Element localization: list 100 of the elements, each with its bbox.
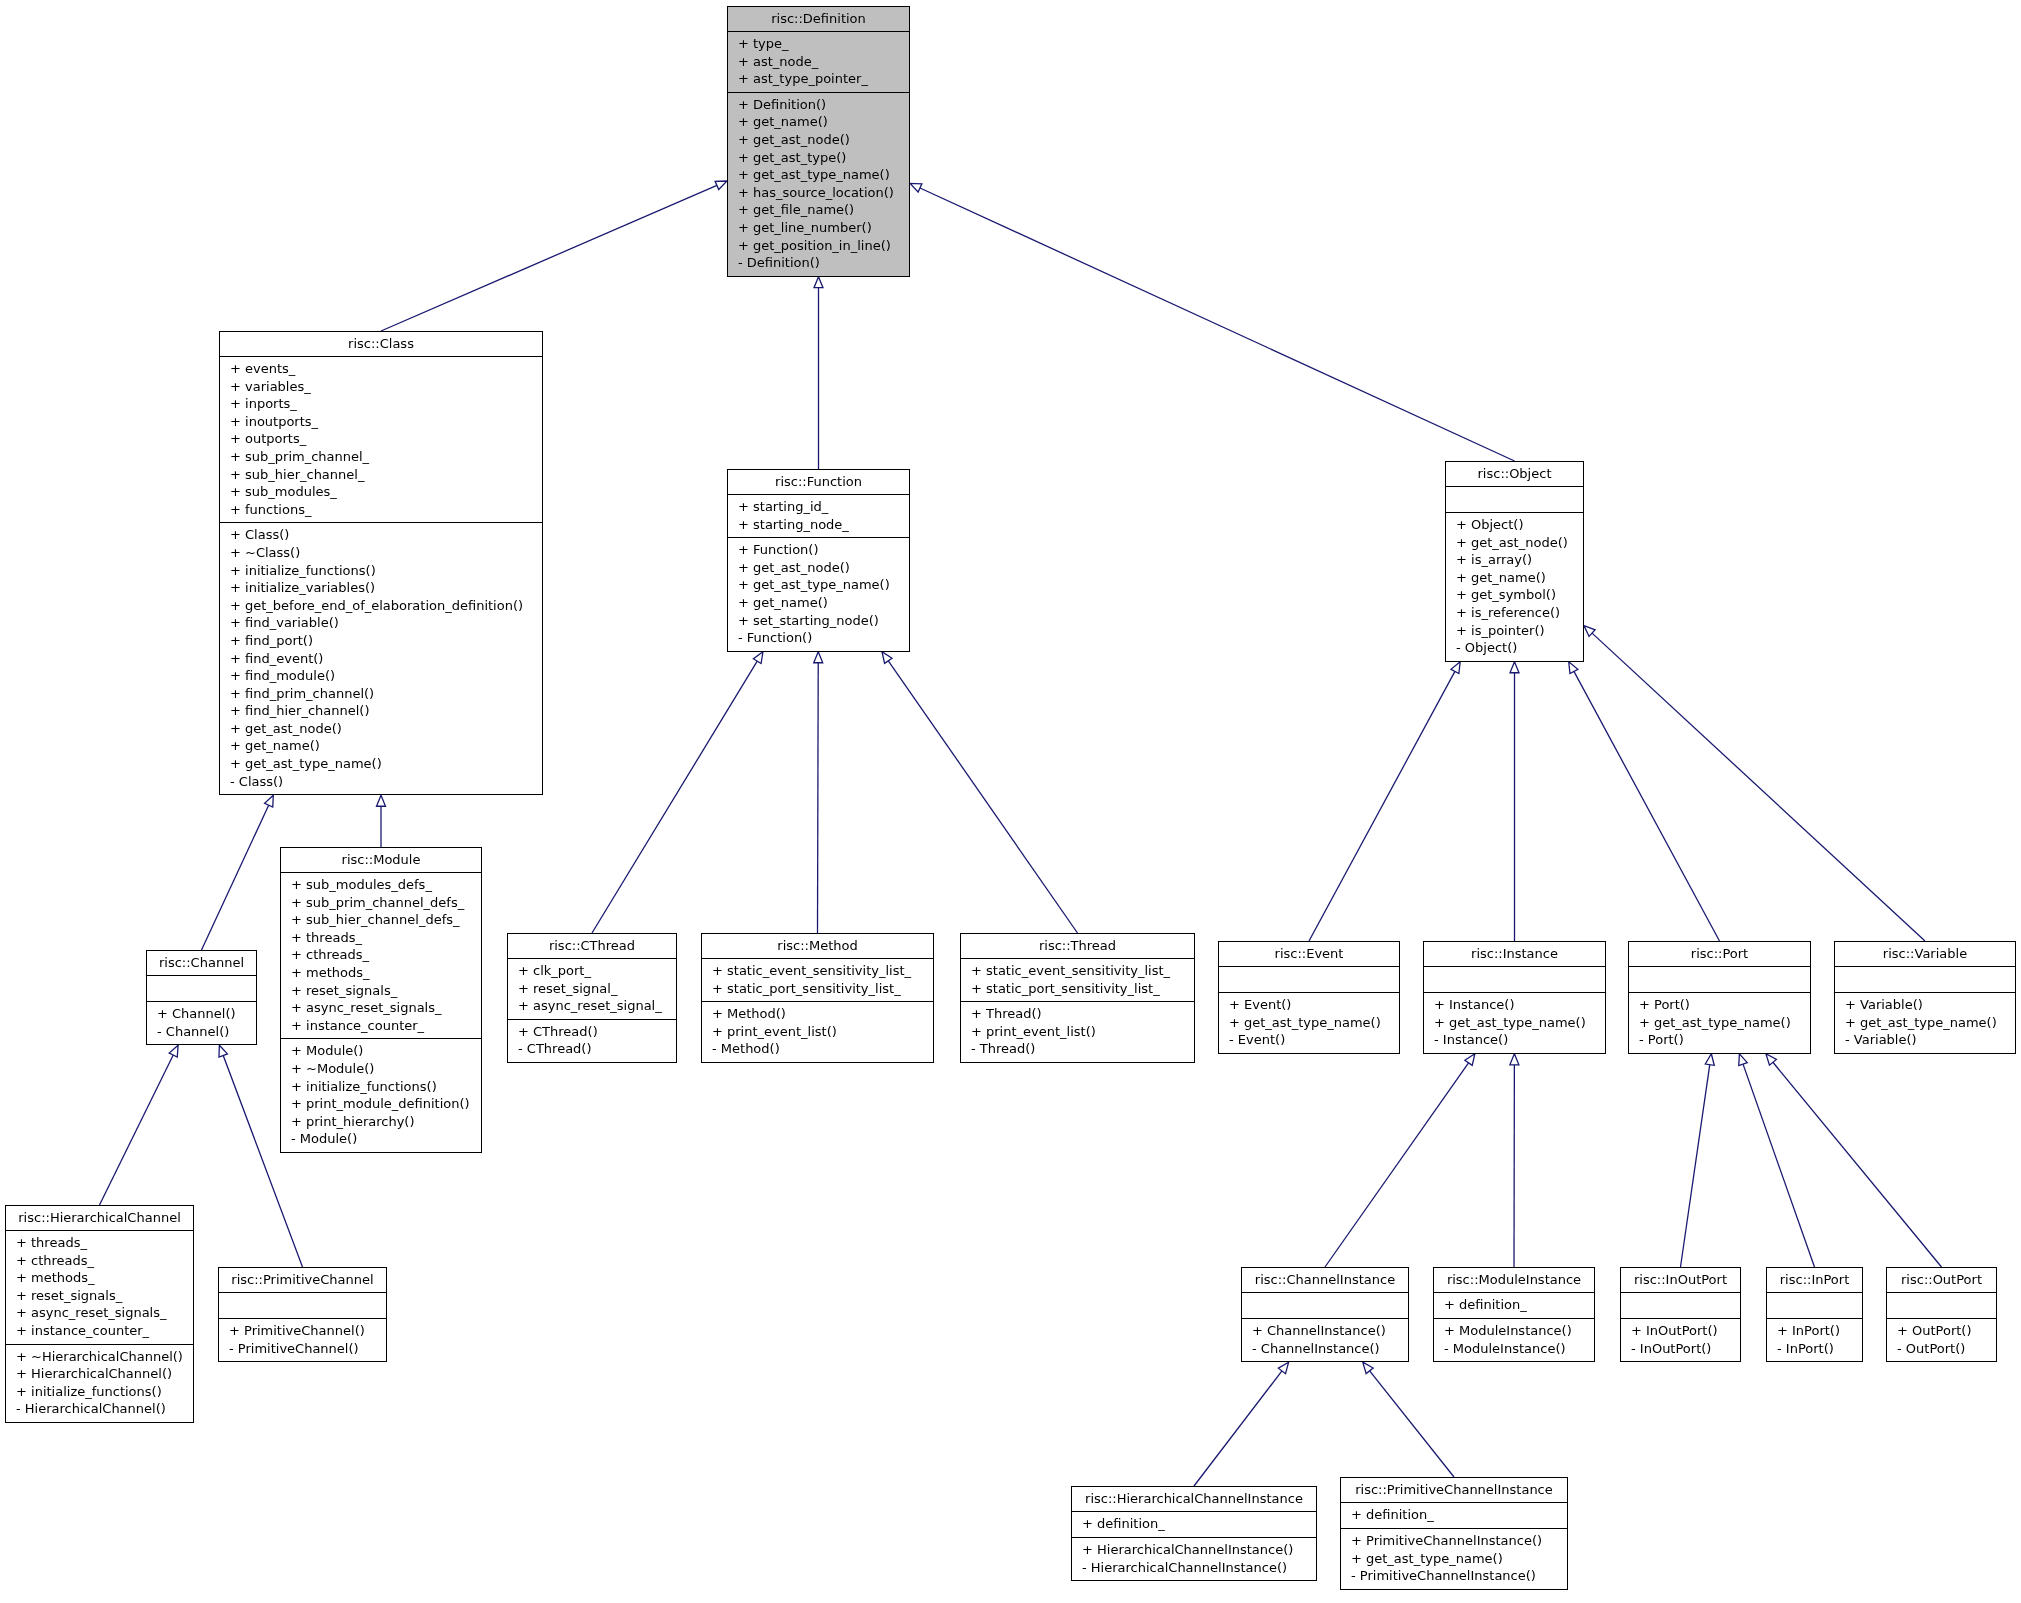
method-text: + Object()	[1456, 516, 1525, 534]
attribute-text: + methods_	[291, 963, 371, 982]
attribute-text: + ast_node_	[738, 52, 820, 71]
method-text: + get_position_in_line()	[738, 236, 892, 255]
method-text: - HierarchicalChannel()	[16, 1400, 167, 1418]
class-name: risc::Method	[776, 937, 859, 955]
class-name: risc::Port	[1689, 945, 1750, 963]
attribute-text: + sub_modules_defs_	[291, 876, 433, 894]
method-text: + get_ast_node()	[230, 719, 343, 738]
method-text: - HierarchicalChannelInstance()	[1082, 1558, 1289, 1577]
attribute-text: + cthreads_	[291, 946, 371, 964]
method-text: + get_name()	[230, 737, 321, 756]
class-box[interactable]: risc::Port + Port() + get_ast_type_name() - Port()	[1628, 941, 1811, 1054]
class-box[interactable]: risc::Function + starting_id_ + starting_node_ + Function() + get_ast_node() + get_ast_type_name() + get_name() + set_starting_node() - Function()	[727, 469, 910, 652]
method-text: - CThread()	[518, 1040, 593, 1058]
class-box[interactable]: risc::Thread + static_event_sensitivity_list_ + static_port_sensitivity_list_ + Thread() + print_event_list() - Thread()	[960, 933, 1195, 1063]
class-box[interactable]: risc::ModuleInstance + definition_ + ModuleInstance() - ModuleInstance()	[1433, 1267, 1595, 1363]
class-box[interactable]: risc::Variable + Variable() + get_ast_type_name() - Variable()	[1834, 941, 2016, 1054]
method-text: + InPort()	[1777, 1322, 1841, 1340]
class-box[interactable]: risc::ChannelInstance + ChannelInstance() - ChannelInstance()	[1241, 1267, 1409, 1363]
method-text: - InOutPort()	[1631, 1339, 1713, 1358]
attribute-text: + events_	[230, 360, 297, 378]
attribute-text: + starting_node_	[738, 515, 850, 534]
method-text: + HierarchicalChannelInstance()	[1082, 1541, 1295, 1559]
method-text: + get_name()	[1456, 568, 1547, 587]
attribute-text: + type_	[738, 35, 790, 53]
method-text: + ChannelInstance()	[1252, 1322, 1387, 1340]
method-text: - PrimitiveChannel()	[229, 1339, 360, 1358]
class-box[interactable]: risc::InPort + InPort() - InPort()	[1766, 1267, 1863, 1363]
method-text: + Event()	[1229, 996, 1293, 1014]
attribute-text: + instance_counter_	[291, 1016, 426, 1035]
class-box[interactable]: risc::Channel + Channel() - Channel()	[146, 950, 257, 1046]
attribute-text: + threads_	[291, 928, 363, 947]
method-text: + PrimitiveChannel()	[229, 1322, 366, 1340]
attribute-text: + instance_counter_	[16, 1321, 151, 1340]
method-text: + get_ast_type_name()	[738, 166, 891, 184]
method-text: - OutPort()	[1897, 1339, 1967, 1358]
method-text: + get_ast_type_name()	[230, 755, 383, 773]
method-text: + get_ast_node()	[738, 558, 851, 577]
method-text: - Class()	[230, 772, 285, 791]
attribute-text: + reset_signal_	[518, 979, 619, 998]
class-box[interactable]: risc::Event + Event() + get_ast_type_name() - Event()	[1218, 941, 1400, 1054]
attribute-text: + static_port_sensitivity_list_	[712, 979, 902, 998]
attribute-text: + inoutports_	[230, 412, 320, 431]
class-name: risc::InOutPort	[1632, 1271, 1729, 1289]
method-text: + print_hierarchy()	[291, 1112, 416, 1131]
class-box[interactable]: risc::CThread + clk_port_ + reset_signal_ + async_reset_signal_ + CThread() - CThread()	[507, 933, 677, 1063]
method-text: + Class()	[230, 526, 291, 544]
class-box[interactable]: risc::PrimitiveChannel + PrimitiveChannel() - PrimitiveChannel()	[218, 1267, 387, 1363]
class-name: risc::InPort	[1778, 1271, 1851, 1289]
class-box[interactable]: risc::PrimitiveChannelInstance + definition_ + PrimitiveChannelInstance() + get_ast_type_name() - PrimitiveChannelInstance()	[1340, 1477, 1568, 1590]
method-text: + get_file_name()	[738, 201, 856, 219]
class-box[interactable]	[5, 1205, 194, 1423]
method-text: + Channel()	[157, 1005, 237, 1023]
method-text: - Thread()	[971, 1040, 1037, 1058]
class-box[interactable]: risc::OutPort + OutPort() - OutPort()	[1886, 1267, 1997, 1363]
method-text: + InOutPort()	[1631, 1322, 1719, 1340]
method-text: + get_name()	[738, 113, 829, 131]
class-box[interactable]: risc::InOutPort + InOutPort() - InOutPort()	[1620, 1267, 1741, 1363]
method-text: + Module()	[291, 1042, 365, 1060]
method-text: + ~Module()	[291, 1059, 376, 1078]
class-box[interactable]: risc::Object + Object() + get_ast_node() + is_array() + get_name() + get_symbol() + is_reference() + is_pointer() - Object()	[1445, 461, 1584, 662]
method-text: + get_ast_type_name()	[1434, 1013, 1587, 1032]
class-box[interactable]	[219, 331, 543, 796]
attribute-text: + static_event_sensitivity_list_	[712, 962, 913, 980]
method-text: + Definition()	[738, 95, 828, 114]
class-name: risc::Object	[1476, 465, 1553, 483]
method-text: + get_ast_type()	[738, 148, 848, 167]
attribute-text: + threads_	[16, 1234, 88, 1252]
method-text: - Method()	[712, 1040, 781, 1058]
method-text: + Function()	[738, 541, 820, 559]
attribute-text: + clk_port_	[518, 962, 592, 980]
method-text: - Object()	[1456, 639, 1519, 657]
method-text: + get_before_end_of_elaboration_definition()	[230, 596, 525, 615]
method-text: - Variable()	[1845, 1031, 1918, 1049]
method-text: - InPort()	[1777, 1339, 1835, 1358]
class-box[interactable]: risc::Instance + Instance() + get_ast_type_name() - Instance()	[1423, 941, 1606, 1054]
class-name: risc::Event	[1273, 945, 1345, 963]
class-name: risc::PrimitiveChannel	[230, 1271, 375, 1289]
class-name: risc::HierarchicalChannelInstance	[1084, 1490, 1304, 1508]
method-text: + has_source_location()	[738, 183, 895, 202]
method-text: + print_event_list()	[971, 1022, 1097, 1041]
attribute-text: + async_reset_signals_	[16, 1304, 168, 1322]
class-box[interactable]	[280, 847, 482, 1153]
class-box[interactable]	[727, 6, 910, 277]
class-box[interactable]: risc::Method + static_event_sensitivity_list_ + static_port_sensitivity_list_ + Method() + print_event_list() - Method()	[701, 933, 934, 1063]
attribute-text: + variables_	[230, 377, 312, 396]
class-name: risc::CThread	[547, 937, 637, 955]
attribute-text: + definition_	[1444, 1296, 1528, 1314]
attribute-text: + sub_hier_channel_defs_	[291, 911, 461, 929]
method-text: + initialize_functions()	[16, 1382, 163, 1401]
method-text: + find_prim_channel()	[230, 684, 376, 703]
method-text: + ~HierarchicalChannel()	[16, 1347, 183, 1366]
method-text: - Event()	[1229, 1031, 1287, 1049]
class-box[interactable]: risc::HierarchicalChannelInstance + definition_ + HierarchicalChannelInstance() - HierarchicalChannelInstance()	[1071, 1486, 1317, 1582]
inheritance-arrow	[375, 793, 387, 848]
method-text: + find_event()	[230, 649, 325, 668]
attribute-text: + async_reset_signals_	[291, 999, 443, 1017]
method-text: - Definition()	[738, 254, 821, 272]
attribute-text: + static_event_sensitivity_list_	[971, 962, 1172, 980]
